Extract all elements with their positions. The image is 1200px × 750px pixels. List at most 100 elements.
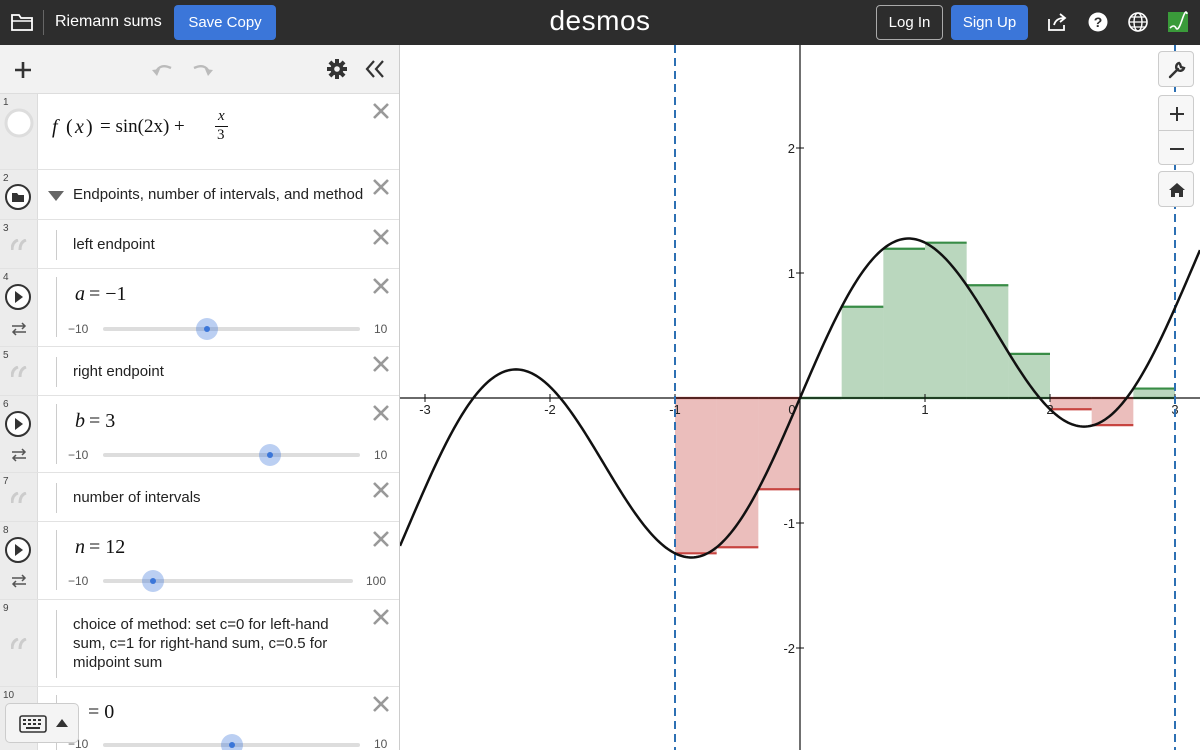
expression-row-1[interactable]: 1 f ( x ) = sin(2x) + x 3: [0, 94, 399, 170]
slider-equation[interactable]: = 0: [88, 701, 114, 724]
delete-expression-icon[interactable]: [371, 354, 391, 374]
expression-row-6[interactable]: 6 b = 3 −10 10: [0, 396, 399, 473]
keypad-toggle-button[interactable]: [5, 703, 79, 743]
slider-handle[interactable]: [220, 734, 243, 750]
expression-row-9[interactable]: 9 choice of method: set c=0 for left-han…: [0, 600, 399, 687]
loop-icon[interactable]: [10, 448, 28, 462]
color-toggle-icon[interactable]: [4, 108, 34, 138]
folder-indent-line: [56, 404, 57, 464]
log-in-button[interactable]: Log In: [876, 5, 943, 40]
slider-max[interactable]: 10: [374, 737, 387, 750]
redo-icon[interactable]: [189, 58, 215, 80]
note-text[interactable]: right endpoint: [73, 363, 164, 380]
riemann-rectangle: [1050, 398, 1092, 410]
expression-index: 1: [3, 97, 9, 108]
save-copy-button[interactable]: Save Copy: [174, 5, 276, 40]
slider-equation[interactable]: b = 3: [75, 410, 115, 433]
expression-index: 4: [3, 272, 9, 283]
zoom-in-icon[interactable]: [1168, 105, 1186, 123]
zoom-divider: [1159, 130, 1193, 131]
collapse-panel-icon[interactable]: [364, 58, 386, 80]
folder-icon[interactable]: [4, 183, 32, 211]
delete-expression-icon[interactable]: [371, 227, 391, 247]
delete-expression-icon[interactable]: [371, 177, 391, 197]
slider-max[interactable]: 10: [374, 322, 387, 336]
expression-gutter: 4: [0, 269, 38, 346]
play-icon[interactable]: [4, 536, 32, 564]
expression-gutter: 1: [0, 94, 38, 169]
note-text[interactable]: left endpoint: [73, 236, 155, 253]
undo-icon[interactable]: [150, 58, 176, 80]
sign-up-button[interactable]: Sign Up: [951, 5, 1028, 40]
note-text[interactable]: choice of method: set c=0 for left-hand …: [73, 615, 358, 672]
slider-min[interactable]: −10: [68, 448, 88, 462]
delete-expression-icon[interactable]: [371, 607, 391, 627]
gear-icon[interactable]: [326, 58, 348, 80]
share-icon[interactable]: [1046, 11, 1068, 33]
slider-max[interactable]: 10: [374, 448, 387, 462]
expression-gutter: 2: [0, 170, 38, 219]
loop-icon[interactable]: [10, 322, 28, 336]
graph-settings-button[interactable]: [1158, 51, 1194, 87]
graph-canvas[interactable]: -3-2-1012321-1-2: [400, 45, 1200, 750]
delete-expression-icon[interactable]: [371, 101, 391, 121]
expression-gutter: 8: [0, 522, 38, 599]
expression-row-7[interactable]: 7 number of intervals: [0, 473, 399, 522]
riemann-rectangle: [841, 306, 884, 398]
expression-index: 5: [3, 350, 9, 361]
delete-expression-icon[interactable]: [371, 694, 391, 714]
add-icon[interactable]: [12, 59, 34, 81]
slider-min[interactable]: −10: [68, 322, 88, 336]
play-icon[interactable]: [4, 283, 32, 311]
slider-value: = 0: [88, 701, 115, 723]
expression-index: 9: [3, 603, 9, 614]
expression-row-5[interactable]: 5 right endpoint: [0, 347, 399, 396]
delete-expression-icon[interactable]: [371, 480, 391, 500]
delete-expression-icon[interactable]: [371, 276, 391, 296]
expression-row-2[interactable]: 2 Endpoints, number of intervals, and me…: [0, 170, 399, 220]
slider-max[interactable]: 100: [366, 574, 386, 588]
folder-title[interactable]: Endpoints, number of intervals, and meth…: [73, 186, 363, 203]
slider-track[interactable]: [103, 453, 360, 457]
header-divider: [43, 10, 44, 35]
folder-indent-line: [56, 483, 57, 513]
folder-indent-line: [56, 530, 57, 590]
slider-min[interactable]: −10: [68, 574, 88, 588]
account-icon[interactable]: [1167, 11, 1189, 33]
slider-handle[interactable]: [142, 570, 164, 592]
home-icon: [1169, 183, 1185, 197]
slider-track[interactable]: [103, 327, 360, 331]
loop-icon[interactable]: [10, 574, 28, 588]
expression-row-8[interactable]: 8 n = 12 −10 100: [0, 522, 399, 600]
y-tick-label: 1: [788, 266, 795, 281]
delete-expression-icon[interactable]: [371, 403, 391, 423]
slider-variable: a: [75, 283, 85, 305]
delete-expression-icon[interactable]: [371, 529, 391, 549]
help-icon[interactable]: ?: [1087, 11, 1109, 33]
zoom-out-icon[interactable]: [1168, 140, 1186, 158]
graph-title[interactable]: Riemann sums: [55, 13, 162, 31]
wrench-icon: [1168, 61, 1186, 79]
note-quote-icon: [11, 638, 27, 650]
function-name: f: [52, 116, 58, 138]
slider-track[interactable]: [103, 579, 353, 583]
slider-equation[interactable]: a = −1: [75, 283, 127, 306]
default-viewport-button[interactable]: [1158, 171, 1194, 207]
folder-icon[interactable]: [10, 11, 34, 33]
globe-icon[interactable]: [1127, 11, 1149, 33]
note-text[interactable]: number of intervals: [73, 489, 201, 506]
slider-equation[interactable]: n = 12: [75, 536, 125, 559]
slider-value: = −1: [89, 283, 127, 305]
note-quote-icon: [11, 239, 27, 251]
expression-row-3[interactable]: 3 left endpoint: [0, 220, 399, 269]
slider-handle[interactable]: [196, 318, 219, 340]
play-icon[interactable]: [4, 410, 32, 438]
note-quote-icon: [11, 492, 27, 504]
function-latex[interactable]: f ( x ) = sin(2x) + x 3: [52, 108, 242, 156]
graph-paper[interactable]: -3-2-1012321-1-2: [400, 45, 1200, 750]
chevron-down-icon[interactable]: [48, 191, 64, 201]
expression-index: 8: [3, 525, 9, 536]
expression-row-4[interactable]: 4 a = −1 −10 10: [0, 269, 399, 347]
folder-indent-line: [56, 357, 57, 387]
slider-handle[interactable]: [259, 444, 282, 466]
